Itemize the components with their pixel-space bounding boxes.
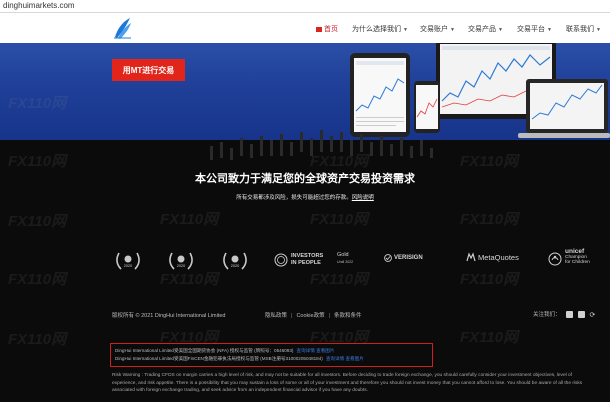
risk-warning: Risk Warning : Trading CFDS on margin ca… [112, 373, 583, 394]
unicef-text: unicef Champion for Children [565, 248, 590, 265]
regulation-text-nfa: DingHui International Limited受美国全国期货协会 (… [115, 348, 294, 353]
page: dinghuimarkets.com 首页 为什么选择我们 ▼ 交易账户 ▼ 交易产… [0, 0, 610, 402]
fincen-details-link[interactable]: 查询详情 查看图片 [326, 356, 364, 361]
investors-line1: INVESTORS [291, 253, 324, 259]
footer-links: 隐私政策 | Cookie政策 | 条款和条件 [265, 311, 362, 319]
dinghui-logo[interactable] [112, 16, 132, 40]
watermark: FX110网 [460, 329, 519, 346]
nav-products[interactable]: 交易产品 ▼ [468, 24, 503, 34]
metaquotes-icon [466, 252, 476, 262]
trade-mt-button[interactable]: 用MT进行交易 [112, 59, 185, 81]
watermark: FX110网 [8, 271, 67, 288]
privacy-policy-link[interactable]: 隐私政策 [265, 313, 287, 319]
intro-headline: 本公司致力于满足您的全球资产交易投资需求 [195, 173, 415, 185]
nav-why-us-label: 为什么选择我们 [352, 26, 401, 33]
watermark: FX110网 [160, 271, 219, 288]
risk-disclosure-link[interactable]: 风险说明 [352, 195, 374, 201]
investors-in-people-text: INVESTORS IN PEOPLE [291, 253, 323, 266]
nav-contact-label: 联系我们 [566, 26, 594, 33]
trading-devices-image [350, 43, 610, 138]
chevron-down-icon: ▼ [403, 27, 408, 33]
watermark: FX110网 [310, 153, 369, 170]
unicef-line3: for Children [565, 260, 590, 265]
nav-accounts-label: 交易账户 [420, 26, 448, 33]
top-navigation: 首页 为什么选择我们 ▼ 交易账户 ▼ 交易产品 ▼ 交易平台 ▼ 联系我们 ▼ [0, 13, 610, 43]
watermark: FX110网 [460, 153, 519, 170]
china-flag-icon [316, 26, 322, 32]
regulation-box: DingHui International Limited受美国全国期货协会 (… [110, 343, 433, 367]
hero-banner: 用MT进行交易 [0, 43, 610, 140]
watermark: FX110网 [310, 271, 369, 288]
follow-label: 关注我们： [533, 312, 561, 318]
metaquotes-label: MetaQuotes [478, 253, 519, 262]
risk-notice-text: 所有交易都涉及风险，损失可能超过您的存款。 [236, 195, 352, 201]
gold-sublabel: Until 2022 [337, 260, 354, 264]
facebook-icon[interactable] [565, 311, 573, 319]
copyright-text: 版权所有 © 2021 DingHui International Limite… [112, 313, 226, 319]
nav-contact[interactable]: 联系我们 ▼ [566, 24, 601, 34]
follow-us: 关注我们： ⟳ [533, 310, 595, 319]
chevron-down-icon: ▼ [596, 27, 601, 33]
watermark: FX110网 [8, 331, 67, 348]
award-badge: 2020 [220, 250, 250, 274]
laurel-icon [223, 252, 247, 270]
nav-home[interactable]: 首页 [316, 24, 338, 34]
watermark: FX110网 [310, 211, 369, 228]
nav-platforms[interactable]: 交易平台 ▼ [517, 24, 552, 34]
divider: | [328, 313, 331, 319]
nav-accounts[interactable]: 交易账户 ▼ [420, 24, 455, 34]
watermark: FX110网 [8, 95, 67, 112]
share-icon[interactable]: ⟳ [590, 311, 596, 319]
divider: | [291, 313, 293, 319]
nfa-details-link[interactable]: 查询详情 查看图片 [296, 348, 334, 353]
watermark: FX110网 [160, 329, 219, 346]
unicef-icon [548, 252, 562, 266]
intro-risk-line: 所有交易都涉及风险，损失可能超过您的存款。风险说明 [0, 193, 610, 201]
verisign-label: VERISIGN [394, 255, 423, 261]
nav-products-label: 交易产品 [468, 26, 496, 33]
laurel-icon [116, 252, 140, 270]
watermark: FX110网 [460, 211, 519, 228]
investors-in-people-icon [274, 253, 288, 267]
award-year: 2020 [123, 264, 133, 268]
award-badge: 2020 [113, 250, 143, 274]
checkmark-icon [384, 254, 392, 262]
chevron-down-icon: ▼ [498, 27, 503, 33]
nav-home-label: 首页 [324, 26, 338, 33]
gold-label: Gold [337, 252, 349, 258]
investors-line2: IN PEOPLE [291, 259, 321, 266]
chevron-down-icon: ▼ [547, 27, 552, 33]
nav-platforms-label: 交易平台 [517, 26, 545, 33]
award-year: 2020 [230, 264, 240, 268]
watermark: FX110网 [8, 153, 67, 170]
regulation-line-nfa: DingHui International Limited受美国全国期货协会 (… [115, 348, 334, 354]
twitter-icon[interactable] [577, 311, 585, 319]
regulation-line-fincen: DingHui International Limited受美国FinCEN金融… [115, 356, 364, 362]
terms-link[interactable]: 条款和条件 [334, 313, 362, 319]
regulation-text-fincen: DingHui International Limited受美国FinCEN金融… [115, 356, 323, 361]
watermark: FX110网 [160, 211, 219, 228]
nav-why-us[interactable]: 为什么选择我们 ▼ [352, 24, 408, 34]
watermark: FX110网 [8, 213, 67, 230]
url-bar[interactable]: dinghuimarkets.com [0, 0, 610, 13]
watermark: FX110网 [460, 271, 519, 288]
watermark: FX110网 [310, 329, 369, 346]
cookie-policy-link[interactable]: Cookie政策 [296, 313, 324, 319]
chevron-down-icon: ▼ [450, 27, 455, 33]
url-text[interactable]: dinghuimarkets.com [3, 1, 75, 10]
